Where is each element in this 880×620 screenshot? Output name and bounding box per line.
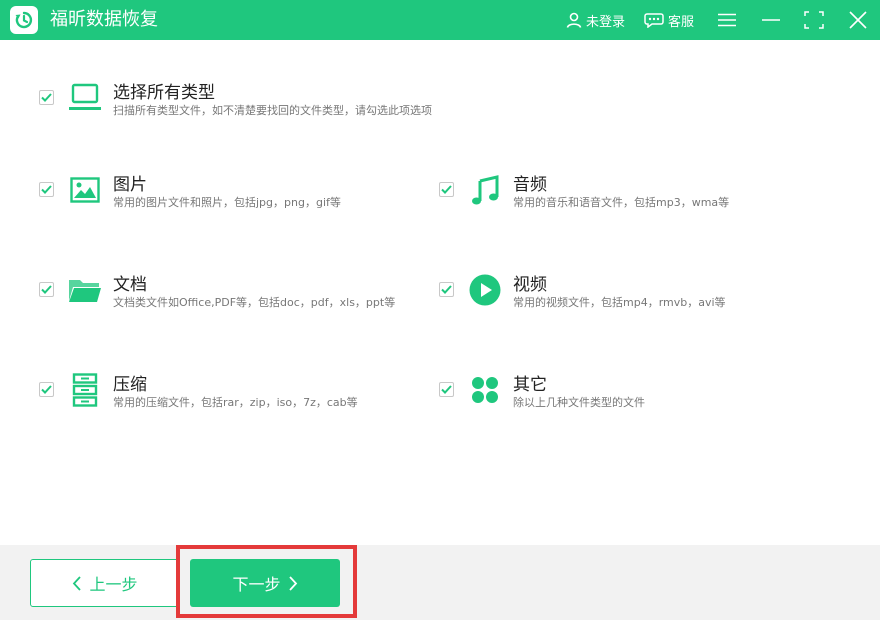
check-icon — [41, 385, 52, 394]
service-label: 客服 — [668, 14, 695, 30]
menu-button[interactable] — [718, 0, 736, 40]
title-bar: 福昕数据恢复 未登录 客服 — [0, 0, 880, 40]
chevron-left-icon — [73, 575, 82, 591]
app-logo — [10, 6, 38, 34]
maximize-button[interactable] — [804, 0, 824, 40]
check-icon — [41, 185, 52, 194]
login-label: 未登录 — [586, 14, 626, 30]
folder-icon — [69, 274, 101, 306]
grid-dots-icon — [469, 374, 501, 406]
prev-step-button[interactable]: 上一步 — [30, 559, 180, 607]
play-icon — [469, 274, 501, 306]
close-button[interactable] — [849, 0, 867, 40]
image-checkbox[interactable] — [39, 182, 54, 197]
next-step-label: 下一步 — [232, 575, 281, 594]
user-icon — [566, 12, 582, 28]
maximize-icon — [804, 11, 824, 29]
minimize-icon — [762, 19, 780, 21]
menu-icon — [718, 13, 736, 27]
check-icon — [441, 285, 452, 294]
archive-desc: 常用的压缩文件，包括rar，zip，iso，7z，cab等 — [113, 396, 358, 409]
image-desc: 常用的图片文件和照片，包括jpg，png，gif等 — [113, 196, 341, 209]
archive-title: 压缩 — [113, 375, 147, 395]
other-title: 其它 — [513, 375, 547, 395]
minimize-button[interactable] — [762, 0, 780, 40]
check-icon — [441, 385, 452, 394]
all-types-checkbox[interactable] — [39, 90, 54, 105]
prev-step-label: 上一步 — [89, 575, 138, 594]
check-icon — [41, 93, 52, 102]
chat-icon — [644, 13, 664, 28]
document-checkbox[interactable] — [39, 282, 54, 297]
footer-bar: 上一步 下一步 — [0, 545, 880, 620]
laptop-icon — [69, 82, 101, 114]
audio-checkbox[interactable] — [439, 182, 454, 197]
all-types-title: 选择所有类型 — [113, 83, 215, 103]
document-desc: 文档类文件如Office,PDF等，包括doc，pdf，xls，ppt等 — [113, 296, 396, 309]
close-icon — [849, 11, 867, 29]
chevron-right-icon — [288, 575, 297, 591]
image-title: 图片 — [113, 175, 147, 195]
video-desc: 常用的视频文件，包括mp4，rmvb，avi等 — [513, 296, 726, 309]
app-title: 福昕数据恢复 — [50, 9, 158, 30]
check-icon — [41, 285, 52, 294]
music-note-icon — [469, 174, 501, 206]
audio-desc: 常用的音乐和语音文件，包括mp3，wma等 — [513, 196, 730, 209]
restore-icon — [15, 11, 33, 29]
other-desc: 除以上几种文件类型的文件 — [513, 396, 645, 409]
video-title: 视频 — [513, 275, 547, 295]
archive-icon — [69, 373, 101, 407]
video-checkbox[interactable] — [439, 282, 454, 297]
document-title: 文档 — [113, 275, 147, 295]
archive-checkbox[interactable] — [39, 382, 54, 397]
all-types-desc: 扫描所有类型文件，如不清楚要找回的文件类型，请勾选此项选项 — [113, 104, 432, 117]
login-button[interactable]: 未登录 — [566, 0, 625, 40]
image-icon — [69, 174, 101, 206]
next-step-button[interactable]: 下一步 — [190, 559, 340, 607]
audio-title: 音频 — [513, 175, 547, 195]
check-icon — [441, 185, 452, 194]
other-checkbox[interactable] — [439, 382, 454, 397]
service-button[interactable]: 客服 — [644, 0, 694, 40]
